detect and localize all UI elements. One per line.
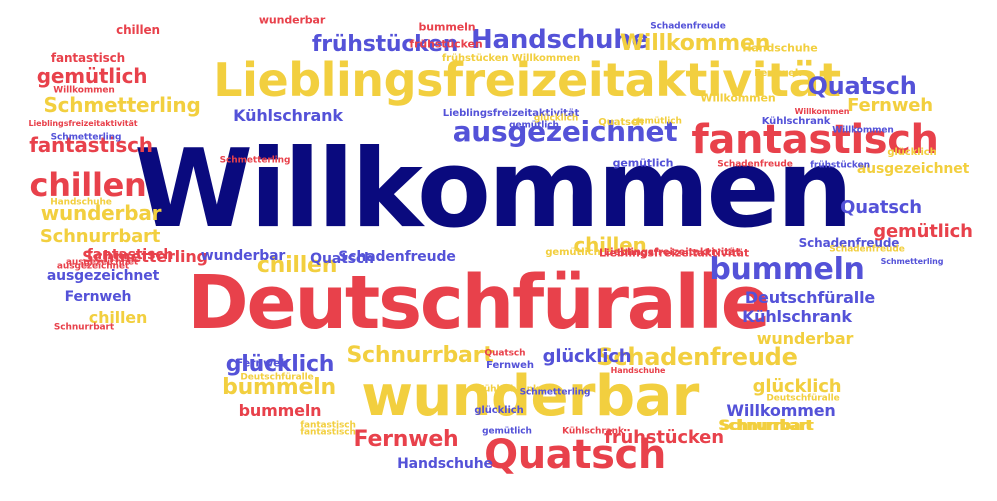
word-cloud-word: Quatsch [484, 348, 526, 359]
word-cloud-word: Kühlschrank [233, 106, 343, 125]
word-cloud-word: gemütlich [36, 64, 148, 88]
word-cloud-word: fantastisch [50, 51, 126, 65]
word-cloud-word: Fernweh [847, 95, 933, 116]
word-cloud-word: Schadenfreude [650, 21, 726, 32]
word-cloud-word: Schmetterling [519, 387, 591, 398]
word-cloud-word: Fernweh [235, 356, 289, 370]
word-cloud-word: Handschuhe [610, 366, 666, 375]
word-cloud-word: wunderbar [258, 13, 326, 27]
word-cloud-word: Schnurrbart [718, 418, 812, 434]
word-cloud-word: glücklich [474, 405, 524, 416]
word-cloud-word: gemütlich [612, 156, 674, 170]
word-cloud-word: Handschuhe [397, 456, 493, 472]
word-cloud-word: Kühlschrank [742, 307, 852, 326]
word-cloud-word: wunderbar [200, 248, 286, 264]
word-cloud-word: Lieblingsfreizeitaktivität [603, 247, 741, 258]
word-cloud-word: Willkommen [832, 125, 894, 136]
word-cloud-word: chillen [116, 23, 160, 37]
word-cloud-word: frühstücken [409, 37, 483, 51]
word-cloud-word: Handschuhe [50, 197, 112, 208]
word-cloud-word: Lieblingsfreizeitaktivität [28, 119, 138, 128]
word-cloud-word: Schadenfreude [829, 244, 905, 255]
word-cloud-word: Quatsch [840, 197, 922, 218]
word-cloud-word: Schnurrbart [53, 322, 115, 333]
word-cloud-word: gemütlich [545, 247, 601, 258]
word-cloud-word: ausgezeichnet [856, 161, 970, 177]
word-cloud-word: Willkommen [794, 107, 850, 116]
word-cloud: Willkommen Deutschfüralle Lieblingsfreiz… [0, 0, 997, 501]
word-cloud-word: Willkommen [53, 85, 115, 96]
word-cloud-word: Schnurrbart [39, 226, 161, 247]
word-cloud-word: bummeln [709, 252, 865, 287]
word-cloud-word: Fernweh [486, 360, 534, 371]
word-cloud-word: Quatsch [310, 251, 374, 267]
word-cloud-word: fantastisch [300, 427, 356, 438]
word-cloud-word: gemütlich [482, 426, 532, 437]
word-cloud-word: Schmetterling [43, 93, 201, 117]
word-cloud-word: Fernweh [754, 68, 802, 79]
word-cloud-word: Handschuhe [742, 41, 818, 55]
word-cloud-word: Kühlschrank [562, 426, 624, 437]
word-cloud-word: Schmetterling [880, 257, 944, 266]
word-cloud-word: wunderbar [756, 329, 854, 348]
word-cloud-word: glücklich [542, 346, 632, 367]
word-cloud-word: Deutschfüralle [766, 393, 840, 404]
word-cloud-word: bummeln [418, 20, 476, 34]
word-cloud-word: bummeln [238, 401, 322, 420]
word-cloud-word: ausgezeichnet [65, 257, 139, 268]
word-cloud-word: Fernweh [64, 289, 132, 305]
word-cloud-word: frühstücken Willkommen [441, 53, 581, 64]
word-cloud-word: gemütlich [632, 116, 682, 127]
word-cloud-word: Deutschfüralle [240, 372, 314, 383]
word-cloud-word: Fernweh [353, 427, 459, 452]
word-cloud-word: Willkommen [726, 401, 836, 420]
word-cloud-word: glücklich [887, 147, 937, 158]
word-cloud-word: glücklich [533, 113, 579, 124]
word-cloud-word: chillen [29, 166, 147, 204]
word-cloud-word: Willkommen [700, 91, 776, 105]
word-cloud-word: frühstücken [810, 160, 870, 171]
word-cloud-word: Kühlschrank [761, 116, 831, 127]
word-cloud-word: Schmetterling [50, 132, 122, 143]
word-cloud-word: Schnurrbart [346, 343, 494, 368]
word-cloud-word: Deutschfüralle [744, 288, 876, 307]
word-cloud-word: Schadenfreude [717, 159, 793, 170]
word-cloud-word: Schmetterling [219, 155, 291, 166]
